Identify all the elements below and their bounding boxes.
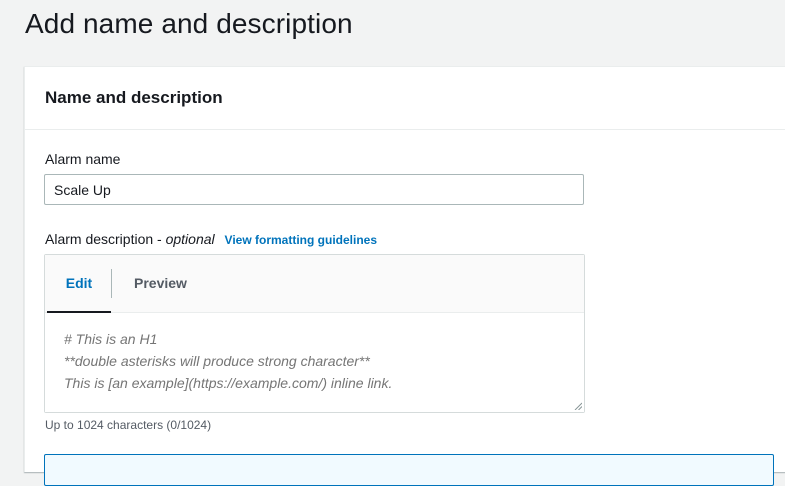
tab-divider bbox=[111, 269, 112, 298]
resize-grip-icon[interactable] bbox=[574, 402, 582, 410]
page-title: Add name and description bbox=[25, 8, 353, 39]
alarm-name-label: Alarm name bbox=[45, 151, 121, 167]
optional-label: optional bbox=[165, 231, 215, 247]
panel-title: Name and description bbox=[45, 88, 223, 107]
panel-header: Name and description bbox=[25, 67, 785, 130]
tab-preview[interactable]: Preview bbox=[134, 255, 187, 312]
alarm-name-input[interactable] bbox=[44, 174, 584, 205]
character-count-hint: Up to 1024 characters (0/1024) bbox=[45, 418, 212, 432]
tab-edit[interactable]: Edit bbox=[47, 255, 111, 313]
alarm-description-label: Alarm description - optional View format… bbox=[45, 231, 377, 247]
info-alert-box bbox=[44, 454, 774, 486]
alarm-description-label-text: Alarm description - bbox=[45, 231, 166, 247]
editor-tab-bar: Edit Preview bbox=[45, 255, 584, 313]
view-formatting-guidelines-link[interactable]: View formatting guidelines bbox=[225, 233, 377, 247]
name-description-panel: Name and description Alarm name Alarm de… bbox=[24, 66, 785, 486]
alarm-description-textarea[interactable] bbox=[45, 313, 584, 412]
description-editor: Edit Preview bbox=[44, 254, 585, 413]
